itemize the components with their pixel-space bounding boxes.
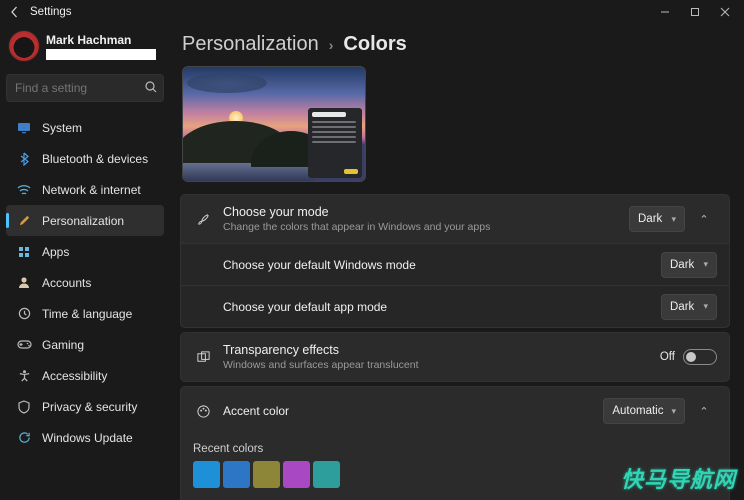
content-area: Personalization › Colors Choose your mod…: [170, 23, 744, 500]
transparency-toggle[interactable]: [683, 349, 717, 365]
sidebar-item-label: Accessibility: [42, 369, 107, 383]
apps-icon: [14, 244, 34, 260]
palette-icon: [193, 404, 213, 419]
system-icon: [14, 120, 34, 136]
sidebar-item-personalization[interactable]: Personalization: [6, 205, 164, 236]
update-icon: [14, 430, 34, 446]
privacy-icon: [14, 399, 34, 415]
choose-mode-card: Choose your mode Change the colors that …: [180, 194, 730, 328]
transparency-card: Transparency effects Windows and surface…: [180, 332, 730, 382]
sidebar: Mark Hachman System Bluetooth & devices Ne…: [0, 23, 170, 500]
sidebar-item-accounts[interactable]: Accounts: [6, 267, 164, 298]
chevron-down-icon: ▾: [671, 406, 676, 417]
accent-card: Accent color Automatic ▾ ⌃ Recent colors…: [180, 386, 730, 500]
breadcrumb-parent[interactable]: Personalization: [182, 33, 319, 56]
app-mode-value: Dark: [670, 301, 694, 313]
close-button[interactable]: [710, 1, 740, 23]
transparency-icon: [193, 350, 213, 365]
accounts-icon: [14, 275, 34, 291]
gaming-icon: [14, 337, 34, 353]
accessibility-icon: [14, 368, 34, 384]
accent-value: Automatic: [612, 405, 663, 417]
windows-mode-title: Choose your default Windows mode: [223, 258, 661, 272]
transparency-state-label: Off: [660, 351, 675, 363]
choose-mode-expand[interactable]: ⌃: [691, 206, 717, 232]
sidebar-item-label: System: [42, 121, 82, 135]
accent-dropdown[interactable]: Automatic ▾: [603, 398, 685, 424]
sidebar-item-label: Time & language: [42, 307, 132, 321]
search-icon: [144, 80, 158, 94]
choose-mode-dropdown[interactable]: Dark ▾: [629, 206, 685, 232]
sidebar-item-label: Accounts: [42, 276, 91, 290]
sidebar-item-apps[interactable]: Apps: [6, 236, 164, 267]
network-icon: [14, 182, 34, 198]
sidebar-item-time[interactable]: Time & language: [6, 298, 164, 329]
windows-mode-dropdown[interactable]: Dark ▾: [661, 252, 717, 278]
choose-mode-desc: Change the colors that appear in Windows…: [223, 221, 629, 233]
recent-colors-label: Recent colors: [181, 435, 729, 461]
profile-email: [46, 49, 156, 60]
maximize-button[interactable]: [680, 1, 710, 23]
sidebar-item-label: Network & internet: [42, 183, 141, 197]
chevron-down-icon: ▾: [703, 259, 708, 270]
brush-icon: [193, 212, 213, 227]
profile-name: Mark Hachman: [46, 33, 156, 47]
sidebar-item-bluetooth[interactable]: Bluetooth & devices: [6, 143, 164, 174]
sidebar-item-label: Gaming: [42, 338, 84, 352]
minimize-button[interactable]: [650, 1, 680, 23]
recent-color-swatch[interactable]: [223, 461, 250, 488]
time-icon: [14, 306, 34, 322]
sidebar-item-label: Personalization: [42, 214, 124, 228]
profile-block[interactable]: Mark Hachman: [6, 28, 164, 70]
transparency-desc: Windows and surfaces appear translucent: [223, 359, 660, 371]
accent-title: Accent color: [223, 404, 603, 418]
sidebar-item-label: Apps: [42, 245, 69, 259]
recent-color-swatch[interactable]: [283, 461, 310, 488]
app-mode-dropdown[interactable]: Dark ▾: [661, 294, 717, 320]
windows-mode-value: Dark: [670, 259, 694, 271]
sidebar-item-privacy[interactable]: Privacy & security: [6, 391, 164, 422]
chevron-right-icon: ›: [329, 37, 334, 53]
personalization-icon: [14, 213, 34, 229]
sidebar-item-label: Privacy & security: [42, 400, 137, 414]
search-input[interactable]: [6, 74, 164, 102]
sidebar-item-label: Windows Update: [42, 431, 133, 445]
accent-expand[interactable]: ⌃: [691, 398, 717, 424]
app-mode-title: Choose your default app mode: [223, 300, 661, 314]
search-box[interactable]: [6, 74, 164, 102]
recent-color-swatch[interactable]: [313, 461, 340, 488]
breadcrumb: Personalization › Colors: [180, 29, 730, 66]
sidebar-item-system[interactable]: System: [6, 112, 164, 143]
breadcrumb-current: Colors: [343, 33, 406, 56]
choose-mode-value: Dark: [638, 213, 662, 225]
sidebar-item-accessibility[interactable]: Accessibility: [6, 360, 164, 391]
chevron-down-icon: ▾: [703, 301, 708, 312]
recent-color-swatch[interactable]: [253, 461, 280, 488]
sidebar-item-label: Bluetooth & devices: [42, 152, 148, 166]
sidebar-item-network[interactable]: Network & internet: [6, 174, 164, 205]
recent-color-swatch[interactable]: [193, 461, 220, 488]
sidebar-item-gaming[interactable]: Gaming: [6, 329, 164, 360]
avatar: [8, 30, 40, 62]
choose-mode-title: Choose your mode: [223, 205, 629, 219]
theme-preview: [182, 66, 366, 182]
sidebar-item-update[interactable]: Windows Update: [6, 422, 164, 453]
chevron-down-icon: ▾: [671, 214, 676, 225]
bluetooth-icon: [14, 151, 34, 167]
back-button[interactable]: [4, 1, 26, 23]
window-title: Settings: [30, 6, 72, 18]
transparency-title: Transparency effects: [223, 343, 660, 357]
